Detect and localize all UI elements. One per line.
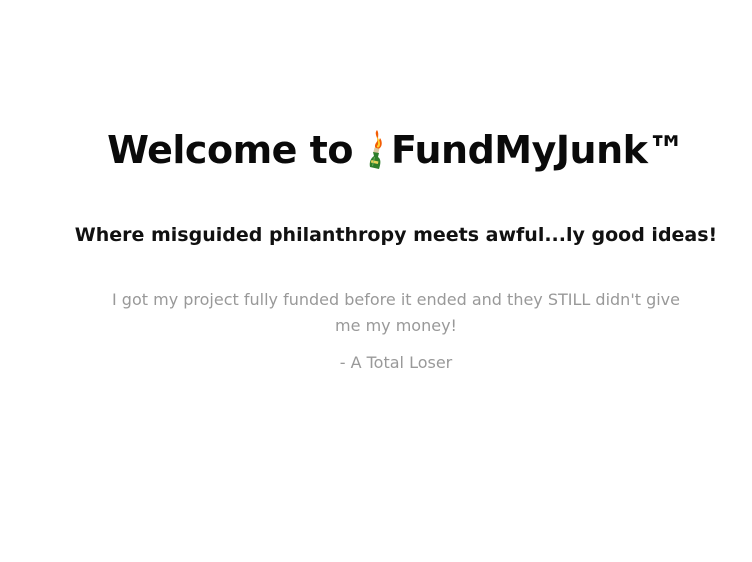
testimonial-quote: I got my project fully funded before it … — [112, 290, 680, 335]
tagline: Where misguided philanthropy meets awful… — [74, 224, 718, 246]
hero-title-row: Welcome to FundMyJunk™ — [0, 128, 752, 172]
title-prefix: Welcome to — [107, 128, 353, 172]
testimonial-attribution: - A Total Loser — [339, 353, 453, 372]
molotov-cocktail-icon — [369, 130, 382, 169]
page-title: Welcome to FundMyJunk™ — [107, 128, 685, 172]
landing-page: Welcome to FundMyJunk™ Where misguided p… — [0, 0, 752, 562]
brand-name: FundMyJunk™ — [390, 128, 685, 172]
